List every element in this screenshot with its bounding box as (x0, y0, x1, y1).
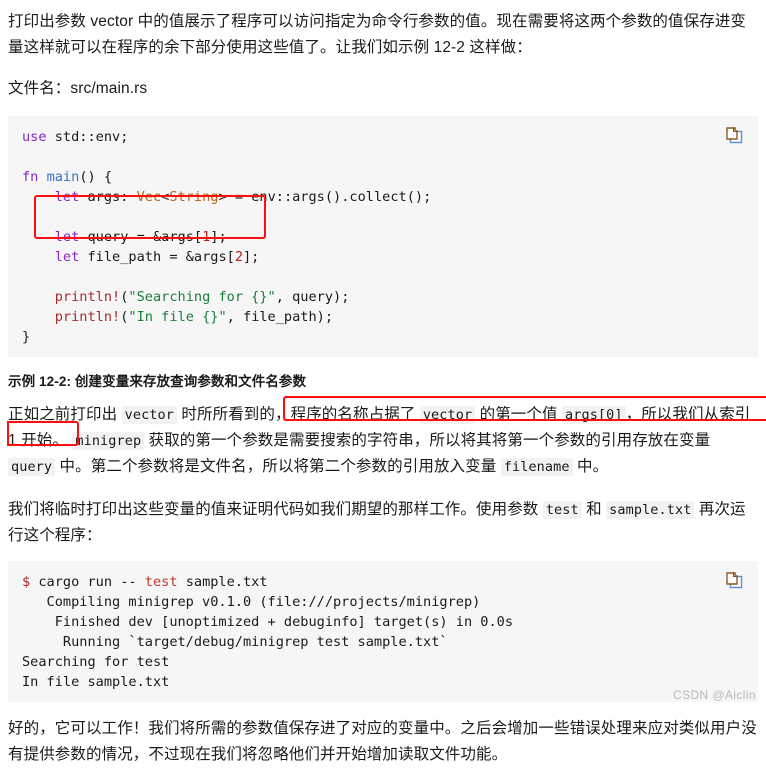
text-seg-5: 中。第二个参数将是文件名，所以将第二个参数的引用放入变量 (55, 458, 501, 475)
code-token: let (54, 189, 80, 205)
code-token: "In file {}" (128, 309, 227, 325)
text-seg-2: 时所所看到的， (176, 406, 291, 423)
code-token: use (22, 129, 47, 145)
code-token: args: (79, 189, 137, 205)
rust-code-block: use std::env; fn main() { let args: Vec<… (8, 116, 758, 357)
code-token: Running `target/debug/minigrep test samp… (22, 634, 448, 650)
inline-code-test: test (542, 501, 582, 519)
code-token: 2 (234, 249, 243, 265)
closing-paragraph: 好的，它可以工作！我们将所需的参数值保存进了对应的变量中。之后会增加一些错误处理… (8, 720, 757, 763)
temp-seg-2: 和 (581, 501, 607, 518)
code-token: , file_path); (226, 309, 334, 325)
code-token: file_path = &args[ (79, 249, 235, 265)
code-token: Compiling minigrep v0.1.0 (file:///proje… (22, 594, 481, 610)
code-token: } (22, 329, 31, 345)
code-token: $ (22, 574, 31, 590)
copy-icon[interactable] (724, 125, 744, 145)
code-token: "Searching for {}" (128, 289, 276, 305)
code-token: cargo run -- (30, 574, 145, 590)
inline-code-query: query (8, 458, 56, 476)
rust-code-content: use std::env; fn main() { let args: Vec<… (22, 127, 744, 347)
terminal-output-content: $ cargo run -- test sample.txt Compiling… (22, 572, 744, 692)
code-token: std::env; (46, 129, 129, 145)
code-token: Vec (136, 189, 162, 205)
highlight-seg-2: 的第一个值 (475, 406, 563, 423)
copy-icon[interactable] (724, 570, 744, 590)
highlight-seg-1: 程序的名称占据了 (290, 406, 420, 423)
code-token: let (54, 249, 80, 265)
code-token: let (54, 229, 80, 245)
filename-label: 文件名：src/main.rs (8, 80, 148, 97)
code-token: ]; (210, 229, 227, 245)
figure-caption: 示例 12-2: 创建变量来存放查询参数和文件名参数 (8, 374, 307, 389)
temp-print-paragraph: 我们将临时打印出这些变量的值来证明代码如我们期望的那样工作。使用参数 test … (8, 480, 758, 549)
text-seg-4: 获取的第一个参数是需要搜索的字符串，所以将其将第一个参数的引用存放在变量 (144, 432, 711, 449)
inline-code-vector: vector (121, 406, 177, 424)
intro-paragraph: 打印出参数 vector 中的值展示了程序可以访问指定为命令行参数的值。现在需要… (8, 13, 747, 56)
code-token: main (46, 169, 80, 185)
terminal-output-block: $ cargo run -- test sample.txt Compiling… (8, 561, 758, 702)
inline-code-sample-txt: sample.txt (606, 501, 695, 519)
code-token: , query); (275, 289, 350, 305)
code-token: sample.txt (177, 574, 268, 590)
text-seg-6: 中。 (572, 458, 609, 475)
code-token: String (169, 189, 219, 205)
article-page: 打印出参数 vector 中的值展示了程序可以访问指定为命令行参数的值。现在需要… (0, 0, 766, 763)
code-token: > = env::args().collect(); (218, 189, 432, 205)
code-token: In file sample.txt (22, 674, 170, 690)
inline-code-minigrep: minigrep (72, 432, 145, 450)
inline-code-vector-2: vector (419, 406, 476, 424)
code-token: query = &args[ (79, 229, 203, 245)
as-before-paragraph: 正如之前打印出 vector 时所所看到的，程序的名称占据了 vector 的第… (8, 390, 758, 480)
code-token: println! (54, 309, 121, 325)
code-token: () { (79, 169, 113, 185)
inline-code-filename: filename (500, 458, 573, 476)
code-token: fn (22, 169, 47, 185)
code-token: test (144, 574, 178, 590)
temp-seg-1: 我们将临时打印出这些变量的值来证明代码如我们期望的那样工作。使用参数 (8, 501, 543, 518)
code-token: ]; (243, 249, 260, 265)
code-token: Searching for test (22, 654, 170, 670)
code-token: println! (54, 289, 121, 305)
inline-code-args0: args[0] (562, 406, 626, 424)
watermark: CSDN @Aiclin (673, 688, 756, 702)
code-token: Finished dev [unoptimized + debuginfo] t… (22, 614, 514, 630)
text-seg-1: 正如之前打印出 (8, 406, 122, 423)
